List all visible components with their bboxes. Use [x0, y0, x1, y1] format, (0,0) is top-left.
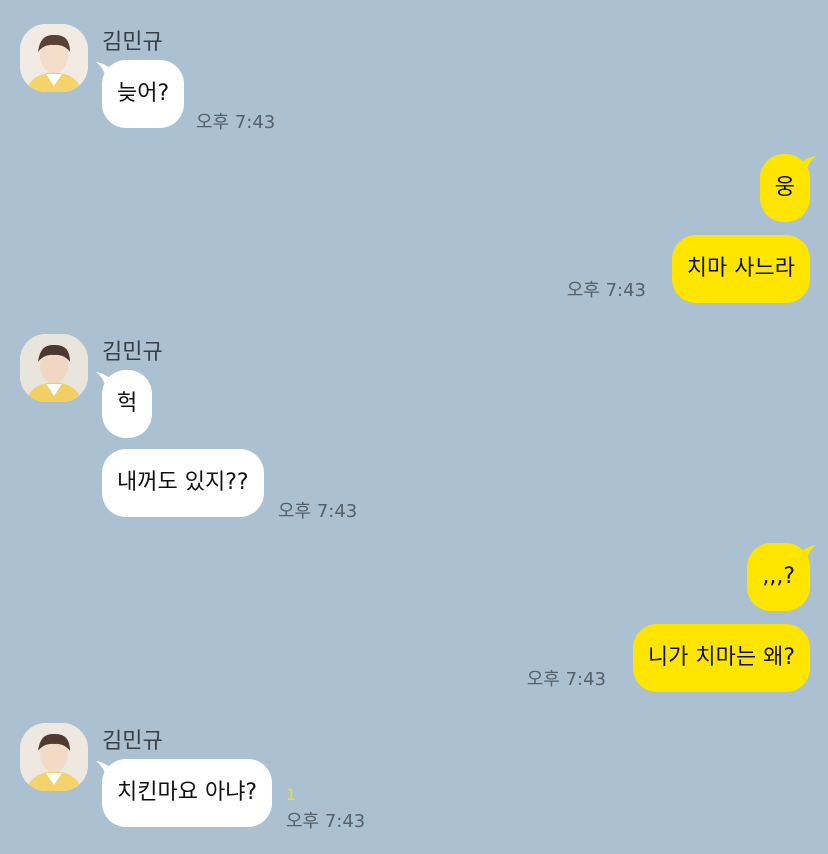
- message-timestamp: 오후 7:43: [566, 280, 646, 301]
- message-timestamp: 오후 7:43: [278, 501, 358, 522]
- message-bubble[interactable]: 웅: [759, 154, 810, 222]
- message-bubble[interactable]: 치마 사느라: [671, 235, 810, 303]
- message-timestamp: 오후 7:43: [286, 811, 366, 832]
- message-bubble[interactable]: 치킨마요 아냐?: [102, 759, 273, 827]
- message-timestamp: 오후 7:43: [196, 112, 276, 133]
- sender-name: 김민규: [102, 30, 163, 55]
- sender-name: 김민규: [102, 340, 163, 365]
- profile-avatar[interactable]: [20, 24, 88, 92]
- message-bubble[interactable]: 니가 치마는 왜?: [632, 624, 810, 692]
- message-bubble[interactable]: 헉: [102, 370, 153, 438]
- sender-name: 김민규: [102, 729, 163, 754]
- message-timestamp: 오후 7:43: [526, 669, 606, 690]
- unread-count-badge: 1: [286, 785, 297, 804]
- message-bubble[interactable]: 내꺼도 있지??: [102, 449, 264, 517]
- message-bubble[interactable]: ,,,?: [747, 543, 810, 611]
- profile-avatar[interactable]: [20, 723, 88, 791]
- message-bubble[interactable]: 늦어?: [102, 60, 185, 128]
- profile-avatar[interactable]: [20, 334, 88, 402]
